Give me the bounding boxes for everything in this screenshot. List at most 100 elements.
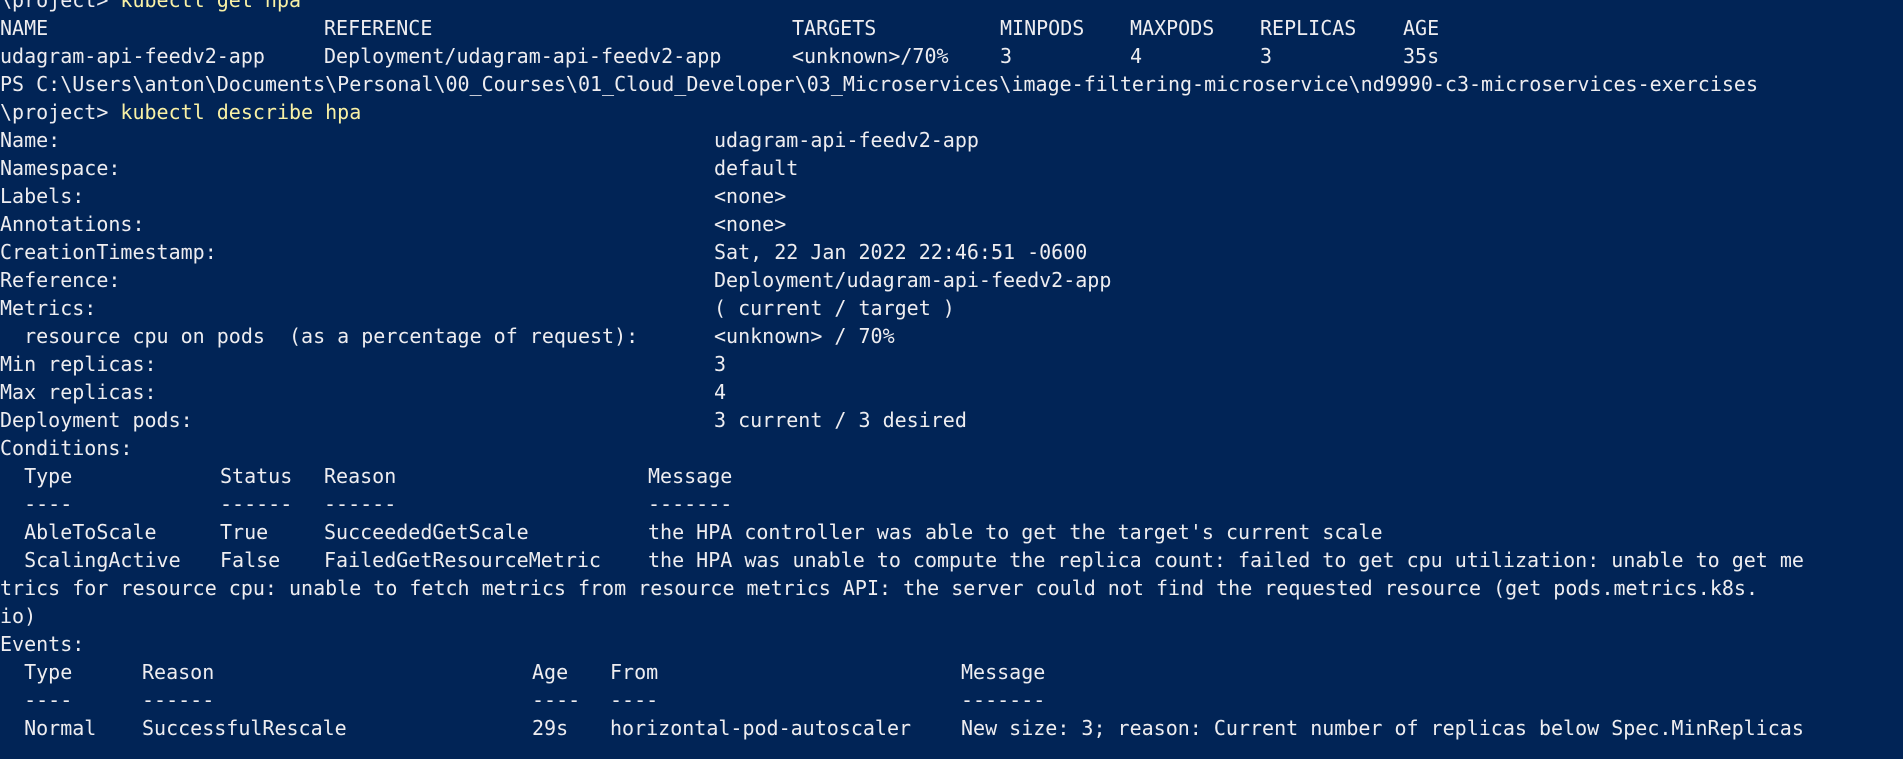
field-value: udagram-api-feedv2-app: [714, 128, 979, 152]
table-header: NAME REFERENCE TARGETS MINPODS MAXPODS R…: [0, 14, 1903, 42]
table-cell: ScalingActive: [0, 548, 181, 572]
col-header: REFERENCE: [324, 16, 433, 40]
table-cell: 4: [1130, 44, 1143, 68]
prompt-line-get: \project> kubectl get hpa: [0, 0, 1903, 14]
field-value: Deployment/udagram-api-feedv2-app: [714, 268, 1112, 292]
table-cell: 3: [1260, 44, 1273, 68]
describe-field-row: Metrics: ( current / target ): [0, 294, 1903, 322]
col-header: Message: [961, 660, 1046, 684]
table-cell: 29s: [532, 716, 569, 740]
field-label: CreationTimestamp:: [0, 240, 217, 264]
field-value: 3 current / 3 desired: [714, 408, 967, 432]
table-cell: False: [220, 548, 281, 572]
field-label: resource cpu on pods (as a percentage of…: [0, 324, 639, 348]
describe-field-row: Reference: Deployment/udagram-api-feedv2-…: [0, 266, 1903, 294]
divider-dashes: ----: [610, 688, 659, 712]
describe-field-row: Namespace: default: [0, 154, 1903, 182]
events-dashes: ---- ------ ---- ---- -------: [0, 686, 1903, 714]
describe-field-row: resource cpu on pods (as a percentage of…: [0, 322, 1903, 350]
table-cell: Normal: [0, 716, 97, 740]
command-text: kubectl get hpa: [120, 0, 302, 12]
col-header: MAXPODS: [1130, 16, 1215, 40]
divider-dashes: ----: [532, 688, 581, 712]
table-row: AbleToScale True SucceededGetScale the H…: [0, 518, 1903, 546]
wrapped-message-line: io): [0, 604, 37, 628]
field-label: Max replicas:: [0, 380, 157, 404]
prompt-text: \project>: [0, 100, 121, 124]
divider-dashes: ------: [324, 492, 397, 516]
field-value: 4: [714, 380, 727, 404]
table-cell: AbleToScale: [0, 520, 157, 544]
conditions-header: Type Status Reason Message: [0, 462, 1903, 490]
field-label: Annotations:: [0, 212, 145, 236]
col-header: Reason: [142, 660, 215, 684]
table-cell: True: [220, 520, 269, 544]
col-header: TARGETS: [792, 16, 877, 40]
field-value: 3: [714, 352, 727, 376]
describe-field-row: Deployment pods: 3 current / 3 desired: [0, 406, 1903, 434]
command-text: kubectl describe hpa: [120, 100, 362, 124]
conditions-label: Conditions:: [0, 436, 133, 460]
field-label: Labels:: [0, 184, 85, 208]
events-label: Events:: [0, 632, 85, 656]
prompt-line-describe: \project> kubectl describe hpa: [0, 98, 1903, 126]
field-value: ( current / target ): [714, 296, 955, 320]
describe-field-row: Max replicas: 4: [0, 378, 1903, 406]
table-cell: the HPA was unable to compute the replic…: [648, 548, 1804, 572]
field-value: <none>: [714, 212, 787, 236]
col-header: Type: [0, 660, 73, 684]
table-cell: SuccessfulRescale: [142, 716, 347, 740]
field-label: Metrics:: [0, 296, 97, 320]
divider-dashes: ----: [0, 492, 73, 516]
field-value: Sat, 22 Jan 2022 22:46:51 -0600: [714, 240, 1088, 264]
table-cell: udagram-api-feedv2-app: [0, 44, 265, 68]
table-cell: horizontal-pod-autoscaler: [610, 716, 912, 740]
table-row: ScalingActive False FailedGetResourceMet…: [0, 546, 1903, 574]
table-cell: 3: [1000, 44, 1013, 68]
table-cell: 35s: [1403, 44, 1440, 68]
table-cell: FailedGetResourceMetric: [324, 548, 601, 572]
table-cell: New size: 3; reason: Current number of r…: [961, 716, 1804, 740]
field-label: Min replicas:: [0, 352, 157, 376]
table-cell: Deployment/udagram-api-feedv2-app: [324, 44, 722, 68]
describe-field-row: CreationTimestamp: Sat, 22 Jan 2022 22:46…: [0, 238, 1903, 266]
describe-field-row: Min replicas: 3: [0, 350, 1903, 378]
field-value: <none>: [714, 184, 787, 208]
wrapped-message-line: trics for resource cpu: unable to fetch …: [0, 576, 1758, 600]
describe-fields: Name: udagram-api-feedv2-app Namespace: def…: [0, 126, 1903, 434]
col-header: Type: [0, 464, 73, 488]
describe-field-row: Annotations: <none>: [0, 210, 1903, 238]
terminal-window[interactable]: \project> kubectl get hpa NAME REFERENCE…: [0, 0, 1903, 745]
divider-dashes: -------: [961, 688, 1046, 712]
conditions-dashes: ---- ------ ------ -------: [0, 490, 1903, 518]
col-header: NAME: [0, 16, 49, 40]
table-cell: the HPA controller was able to get the t…: [648, 520, 1383, 544]
field-value: default: [714, 156, 799, 180]
describe-field-row: Labels: <none>: [0, 182, 1903, 210]
field-value: <unknown> / 70%: [714, 324, 895, 348]
col-header: MINPODS: [1000, 16, 1085, 40]
events-header: Type Reason Age From Message: [0, 658, 1903, 686]
table-row: udagram-api-feedv2-app Deployment/udagra…: [0, 42, 1903, 70]
col-header: Status: [220, 464, 293, 488]
col-header: Message: [648, 464, 733, 488]
divider-dashes: ------: [142, 688, 215, 712]
divider-dashes: ----: [0, 688, 73, 712]
divider-dashes: ------: [220, 492, 293, 516]
table-cell: SucceededGetScale: [324, 520, 529, 544]
col-header: REPLICAS: [1260, 16, 1357, 40]
table-row: Normal SuccessfulRescale 29s horizontal-…: [0, 714, 1903, 742]
table-cell: <unknown>/70%: [792, 44, 949, 68]
prompt-text: \project>: [0, 0, 121, 12]
field-label: Reference:: [0, 268, 121, 292]
field-label: Name:: [0, 128, 61, 152]
col-header: From: [610, 660, 659, 684]
col-header: AGE: [1403, 16, 1440, 40]
field-label: Namespace:: [0, 156, 121, 180]
field-label: Deployment pods:: [0, 408, 193, 432]
ps-prompt-path: PS C:\Users\anton\Documents\Personal\00_…: [0, 72, 1758, 96]
col-header: Reason: [324, 464, 397, 488]
col-header: Age: [532, 660, 569, 684]
describe-field-row: Name: udagram-api-feedv2-app: [0, 126, 1903, 154]
divider-dashes: -------: [648, 492, 733, 516]
